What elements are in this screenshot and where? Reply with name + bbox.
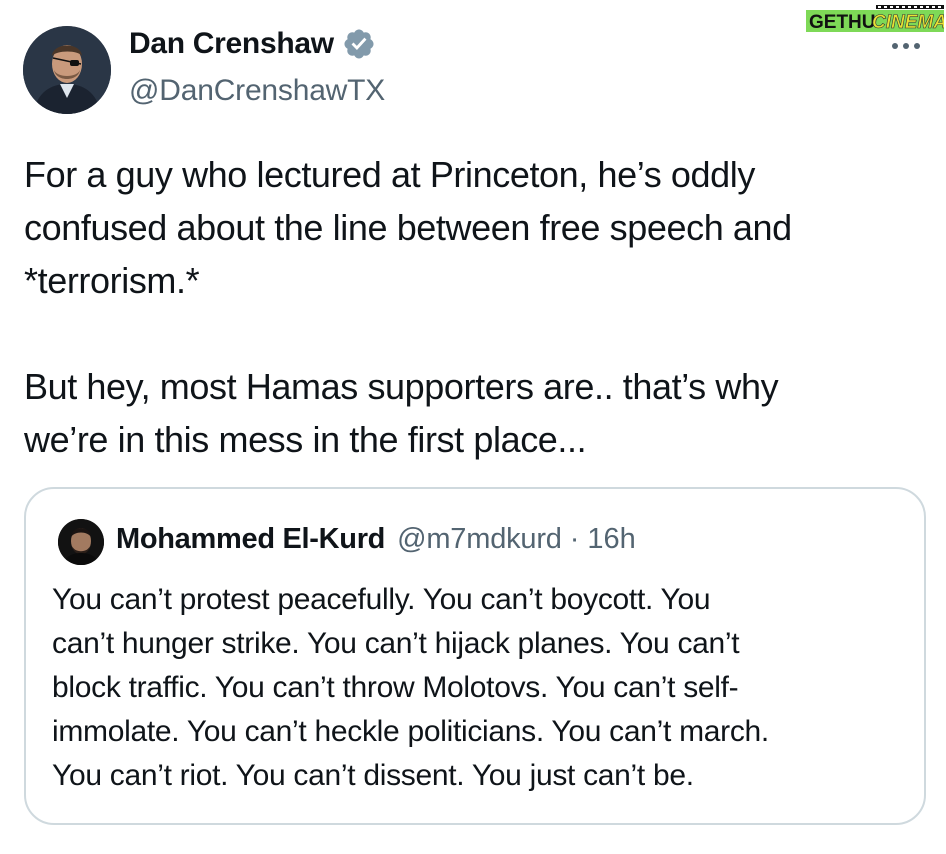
verified-badge-icon[interactable] <box>342 27 376 61</box>
author-avatar[interactable] <box>23 26 111 114</box>
tweet-text: For a guy who lectured at Princeton, he’… <box>24 154 792 460</box>
quote-author-name[interactable]: Mohammed El-Kurd <box>116 523 385 556</box>
quote-text: You can’t protest peacefully. You can’t … <box>52 583 769 792</box>
author-handle[interactable]: @DanCrenshawTX <box>129 74 385 108</box>
quote-timestamp[interactable]: 16h <box>587 523 635 556</box>
quote-author-handle[interactable]: @m7mdkurd <box>397 523 562 556</box>
tweet-screenshot: GETHU CINEMA Dan Crenshaw @DanCrenshawTX… <box>0 0 946 854</box>
quote-separator: · <box>569 523 580 555</box>
more-horizontal-icon[interactable] <box>890 38 922 54</box>
quote-header: Mohammed El-Kurd @m7mdkurd · 16h <box>116 523 636 556</box>
author-name-row: Dan Crenshaw <box>129 27 376 61</box>
watermark-text-left: GETHU <box>809 12 876 33</box>
quote-author-avatar[interactable] <box>58 519 104 565</box>
author-name[interactable]: Dan Crenshaw <box>129 27 334 61</box>
watermark-logo: GETHU CINEMA <box>806 5 944 33</box>
watermark-text-right: CINEMA <box>872 12 944 33</box>
quote-tweet-card[interactable]: Mohammed El-Kurd @m7mdkurd · 16h You can… <box>24 487 926 825</box>
